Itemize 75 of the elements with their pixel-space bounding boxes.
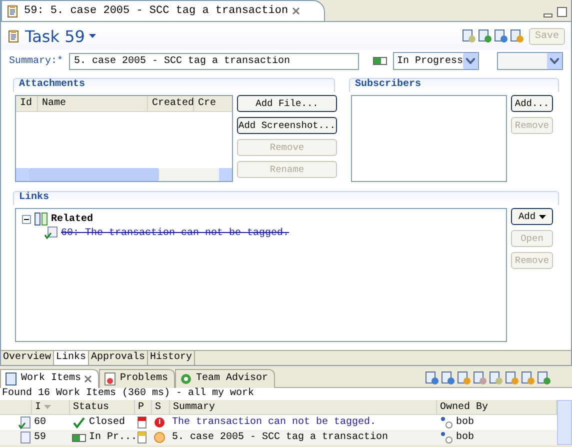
- page-tab[interactable]: Links: [54, 351, 90, 365]
- toolbar-icon[interactable]: [440, 370, 456, 386]
- view-tab-label: Team Advisor: [196, 373, 268, 384]
- resolved-item-icon: [44, 226, 58, 240]
- view-tab-label: Problems: [120, 373, 168, 384]
- progress-icon: [373, 57, 387, 65]
- column-header[interactable]: P: [135, 400, 152, 415]
- toolbar-icon[interactable]: [492, 28, 509, 44]
- toolbar-icon[interactable]: [504, 370, 520, 386]
- clipboard-icon: [6, 4, 20, 18]
- table-cell: 59: [32, 430, 70, 445]
- summary-label: Summary:*: [9, 56, 64, 66]
- sort-caret-icon: [44, 405, 52, 409]
- column-header[interactable]: Cre: [194, 96, 232, 111]
- column-header[interactable]: Status: [70, 400, 135, 415]
- state-dropdown[interactable]: In Progress: [393, 52, 479, 70]
- table-cell: Closed: [89, 417, 126, 428]
- toolbar-icon[interactable]: [476, 28, 493, 44]
- circle-icon: [154, 432, 165, 443]
- toolbar-icon[interactable]: [472, 370, 488, 386]
- subscribers-list[interactable]: [351, 95, 507, 182]
- column-header[interactable]: Created: [148, 96, 194, 111]
- column-header[interactable]: Id: [16, 96, 38, 111]
- section-header: Subscribers: [349, 78, 559, 92]
- caret-icon: [538, 214, 546, 218]
- page-tab[interactable]: Overview: [1, 351, 54, 365]
- vertical-scrollbar[interactable]: [557, 400, 572, 445]
- checkmark-icon: [72, 416, 86, 430]
- toolbar-icon[interactable]: [536, 370, 552, 386]
- toolbar-icon[interactable]: [488, 370, 504, 386]
- editor-tab-title: 59: 5. case 2005 - SCC tag a transaction: [24, 5, 288, 17]
- task-title: Task 59: [25, 26, 85, 46]
- table-cell: In Pr...: [89, 432, 138, 443]
- clipboard-icon: [7, 29, 21, 43]
- progress-icon: [72, 434, 86, 442]
- page-tab[interactable]: Approvals: [89, 351, 148, 365]
- subscriber-button[interactable]: Add...: [511, 95, 553, 112]
- view-tab-label: Work Items: [21, 373, 82, 384]
- table-cell: 5. case 2005 - SCC tag a transaction: [170, 430, 437, 445]
- horizontal-scrollbar[interactable]: [16, 168, 232, 181]
- clipboard-icon: [18, 430, 32, 444]
- section-header: Attachments: [13, 78, 335, 92]
- toolbar-icon[interactable]: [520, 370, 536, 386]
- table-cell: bob: [456, 432, 474, 443]
- link-button[interactable]: Add: [511, 208, 553, 225]
- attachment-button[interactable]: Add Screenshot...: [237, 117, 337, 134]
- title-menu-caret-icon: [88, 34, 96, 38]
- view-tab[interactable]: Work Items: [0, 368, 100, 388]
- tree-group-label[interactable]: Related: [51, 214, 94, 224]
- page-tab[interactable]: History: [148, 351, 196, 365]
- column-header[interactable]: Name: [38, 96, 148, 111]
- resolved-item-icon: [18, 416, 32, 430]
- column-header[interactable]: Owned By: [437, 400, 557, 415]
- column-header[interactable]: I: [32, 400, 70, 415]
- close-icon[interactable]: [292, 7, 300, 15]
- view-tab[interactable]: Team Advisor: [175, 368, 276, 388]
- summary-field[interactable]: 5. case 2005 - SCC tag a transaction: [69, 52, 360, 70]
- attachments-table[interactable]: Id Name Created Cre: [15, 95, 233, 182]
- close-icon[interactable]: [84, 374, 92, 382]
- maximize-icon[interactable]: [557, 7, 567, 17]
- resolution-dropdown[interactable]: [497, 52, 563, 70]
- toolbar-icon[interactable]: [508, 28, 525, 44]
- toolbar-icon[interactable]: [460, 28, 477, 44]
- column-header[interactable]: Summary: [170, 400, 437, 415]
- link-item[interactable]: 60: The transaction can not be tagged.: [61, 228, 290, 238]
- collapse-icon[interactable]: [22, 214, 31, 224]
- attachment-button[interactable]: Add File...: [237, 95, 337, 112]
- toolbar-icon[interactable]: [456, 370, 472, 386]
- view-tab[interactable]: Problems: [99, 368, 176, 388]
- links-tree[interactable]: Related 60: The transaction can not be tagged.: [15, 208, 507, 342]
- editor-tab[interactable]: 59: 5. case 2005 - SCC tag a transaction: [1, 0, 326, 21]
- column-header[interactable]: S: [152, 400, 170, 415]
- table-cell: bob: [456, 417, 474, 428]
- section-header: Links: [13, 191, 559, 205]
- toolbar-icon[interactable]: [424, 370, 440, 386]
